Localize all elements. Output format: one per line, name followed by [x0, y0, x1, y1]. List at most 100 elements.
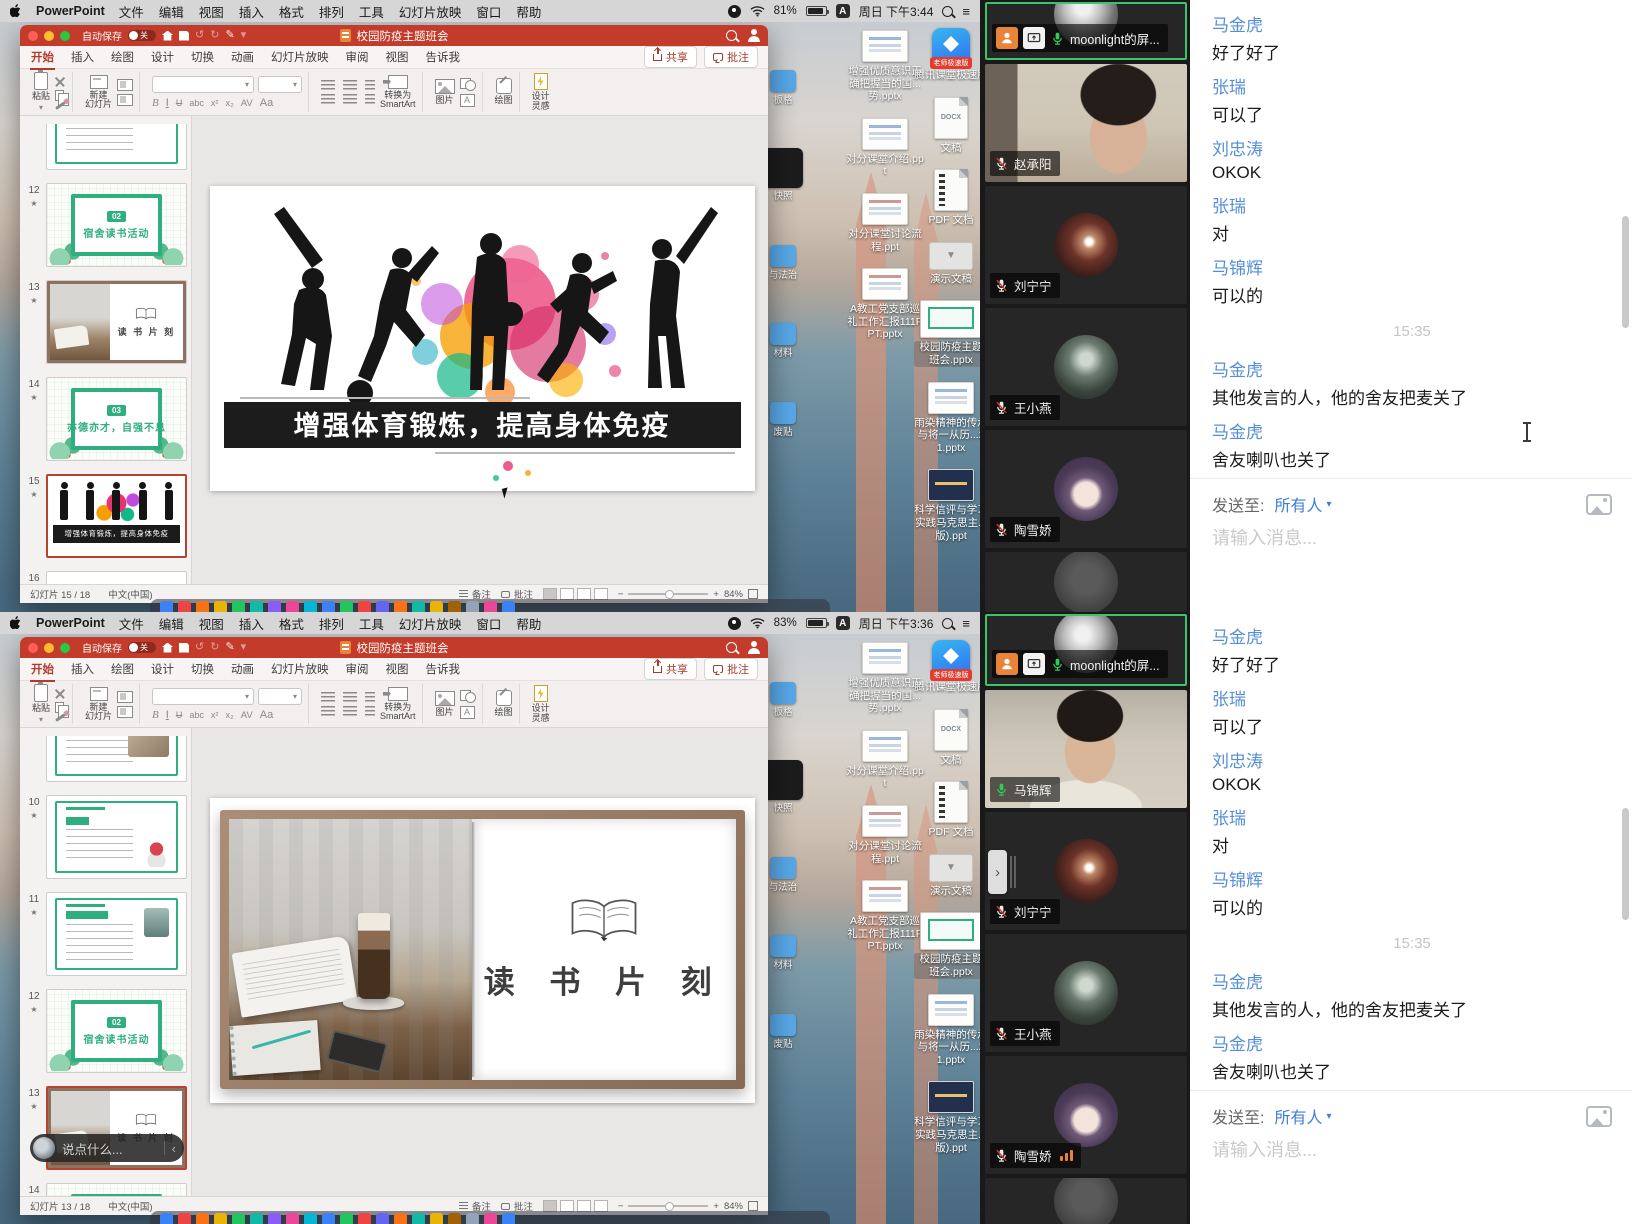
desktop-icon[interactable]: 快照 [768, 148, 806, 202]
shapes-icon[interactable] [460, 78, 476, 91]
font-style-icon[interactable]: abc [189, 711, 204, 720]
language-indicator[interactable]: 中文(中国) [108, 587, 152, 601]
desktop-icon[interactable]: 老师极速版腾讯课堂极速版 [914, 640, 980, 694]
section-icon[interactable] [117, 94, 133, 106]
save-icon[interactable] [179, 31, 189, 41]
numbered-list-icon[interactable] [343, 692, 357, 702]
desktop-icon[interactable]: 板格 [768, 70, 806, 106]
comments-button[interactable]: 批注 [704, 658, 758, 680]
menubar-clock[interactable]: 周日 下午3:36 [859, 615, 934, 632]
slide-thumbnail[interactable] [22, 736, 187, 782]
participant-tile[interactable]: moonlight的屏... [985, 614, 1187, 686]
font-style-icon[interactable]: x₂ [225, 711, 233, 721]
dock-app-icon[interactable] [484, 601, 497, 612]
font-style-icon[interactable]: I [166, 710, 169, 721]
ribbon-tab[interactable]: 幻灯片放映 [270, 46, 330, 68]
align-center-icon[interactable] [343, 706, 357, 716]
ribbon-tab[interactable]: 告诉我 [425, 46, 462, 68]
dock-app-icon[interactable] [304, 1213, 317, 1224]
dock-app-icon[interactable] [412, 601, 425, 612]
align-center-icon[interactable] [343, 94, 357, 104]
ribbon-tab[interactable]: 设计 [150, 46, 175, 68]
redo-icon[interactable]: ↻ [210, 642, 219, 653]
desktop-icon[interactable]: 对分课堂讨论流程.ppt [846, 193, 924, 253]
dock-app-icon[interactable] [394, 601, 407, 612]
font-size-combo[interactable]: ▾ [258, 76, 302, 93]
zoom-slider-knob[interactable] [665, 1202, 674, 1211]
menubar-menu-item[interactable]: 排列 [319, 614, 344, 633]
desktop-icon[interactable]: 校园防疫主题班会.pptx [914, 912, 980, 978]
paste-button[interactable]: 粘贴▾ [32, 684, 50, 724]
control-center-icon[interactable]: ≡ [962, 4, 970, 19]
font-style-icon[interactable]: Aa [260, 710, 273, 721]
close-button[interactable] [28, 643, 38, 653]
input-method-icon[interactable]: A [836, 616, 850, 630]
desktop-icon[interactable]: 增强优质意识正确把握当的国...势.pptx [846, 30, 924, 103]
dock-app-icon[interactable] [178, 1213, 191, 1224]
send-image-button[interactable] [1586, 494, 1612, 515]
slide-thumbnail[interactable]: 13★ 读 书 片 刻 [22, 280, 187, 364]
slide-thumbnail[interactable]: 14★ 03亦德亦才，自强不息 [22, 377, 187, 461]
desktop-icon[interactable]: 对分课堂介绍.ppt [846, 118, 924, 178]
menubar-app-name[interactable]: PowerPoint [36, 4, 105, 18]
participant-tile[interactable]: 王小燕 [985, 308, 1187, 426]
slide-thumbnail[interactable]: 11★ [22, 892, 187, 976]
ribbon-tab[interactable]: 幻灯片放映 [270, 658, 330, 680]
toolbar-caret-icon[interactable]: ▾ [241, 30, 247, 41]
menubar-menu-item[interactable]: 格式 [279, 614, 304, 633]
desktop-icon[interactable]: 废贴 [768, 402, 806, 438]
draw-button[interactable]: 绘图 [495, 690, 513, 717]
desktop-icon[interactable]: 与法治 [768, 857, 806, 893]
slide-thumbnail[interactable]: 12★ 02宿舍读书活动 [22, 989, 187, 1073]
dock-app-icon[interactable] [448, 1213, 461, 1224]
desktop-icon[interactable]: 快照 [768, 760, 806, 814]
home-icon[interactable] [162, 31, 173, 41]
menubar-menu-item[interactable]: 插入 [239, 614, 264, 633]
font-name-combo[interactable]: ▾ [152, 688, 254, 705]
participant-tile[interactable] [985, 1178, 1187, 1224]
dock-app-icon[interactable] [160, 601, 173, 612]
fit-slide-icon[interactable] [748, 1201, 758, 1211]
font-style-icon[interactable]: B [152, 710, 159, 721]
menubar-menu-item[interactable]: 文件 [119, 614, 144, 633]
quick-chat-bubble[interactable]: 说点什么... ‹ [30, 1134, 184, 1162]
control-center-icon[interactable]: ≡ [962, 616, 970, 631]
zoom-button[interactable] [60, 643, 70, 653]
font-style-icon[interactable]: abc [189, 99, 204, 108]
layout-icon[interactable] [117, 691, 133, 703]
menubar-menu-item[interactable]: 排列 [319, 2, 344, 21]
desktop-icon[interactable]: DOCX文稿 [914, 97, 980, 155]
smartart-button[interactable]: 转换为SmartArt [380, 75, 416, 110]
desktop-icon[interactable]: PDF 文档 [914, 169, 980, 227]
desktop-icon[interactable]: 雨染精神的传承与将一从历...21.pptx [914, 994, 980, 1067]
zoom-out-icon[interactable]: − [618, 589, 624, 600]
menubar-menu-item[interactable]: 幻灯片放映 [399, 2, 462, 21]
dock-app-icon[interactable] [412, 1213, 425, 1224]
menubar-menu-item[interactable]: 窗口 [476, 2, 501, 21]
comments-button[interactable]: 批注 [704, 46, 758, 68]
ribbon-tab[interactable]: 视图 [385, 46, 410, 68]
dock-app-icon[interactable] [322, 1213, 335, 1224]
account-icon[interactable] [747, 641, 760, 654]
smartart-button[interactable]: 转换为SmartArt [380, 687, 416, 722]
ribbon-tab[interactable]: 切换 [190, 658, 215, 680]
line-spacing-icon[interactable] [365, 706, 375, 716]
dock-app-icon[interactable] [178, 601, 191, 612]
account-icon[interactable] [747, 29, 760, 42]
font-size-combo[interactable]: ▾ [258, 688, 302, 705]
desktop-icon[interactable]: PDF 文档 [914, 781, 980, 839]
dock-app-icon[interactable] [376, 601, 389, 612]
dock-app-icon[interactable] [322, 601, 335, 612]
autosave-toggle[interactable]: 关 [128, 642, 156, 653]
font-style-icon[interactable]: AV [241, 99, 253, 109]
participant-tile[interactable]: 马锦辉 [985, 690, 1187, 808]
menubar-menu-item[interactable]: 帮助 [516, 614, 541, 633]
participant-tile[interactable] [985, 552, 1187, 612]
section-icon[interactable] [117, 706, 133, 718]
desktop-icon[interactable]: 老师极速版腾讯课堂极速版 [914, 28, 980, 82]
share-button[interactable]: 共享 [644, 658, 697, 680]
dock-app-icon[interactable] [214, 601, 227, 612]
menubar-menu-item[interactable]: 插入 [239, 2, 264, 21]
zoom-button[interactable] [60, 31, 70, 41]
pen-check-icon[interactable]: ✎ [225, 642, 234, 653]
